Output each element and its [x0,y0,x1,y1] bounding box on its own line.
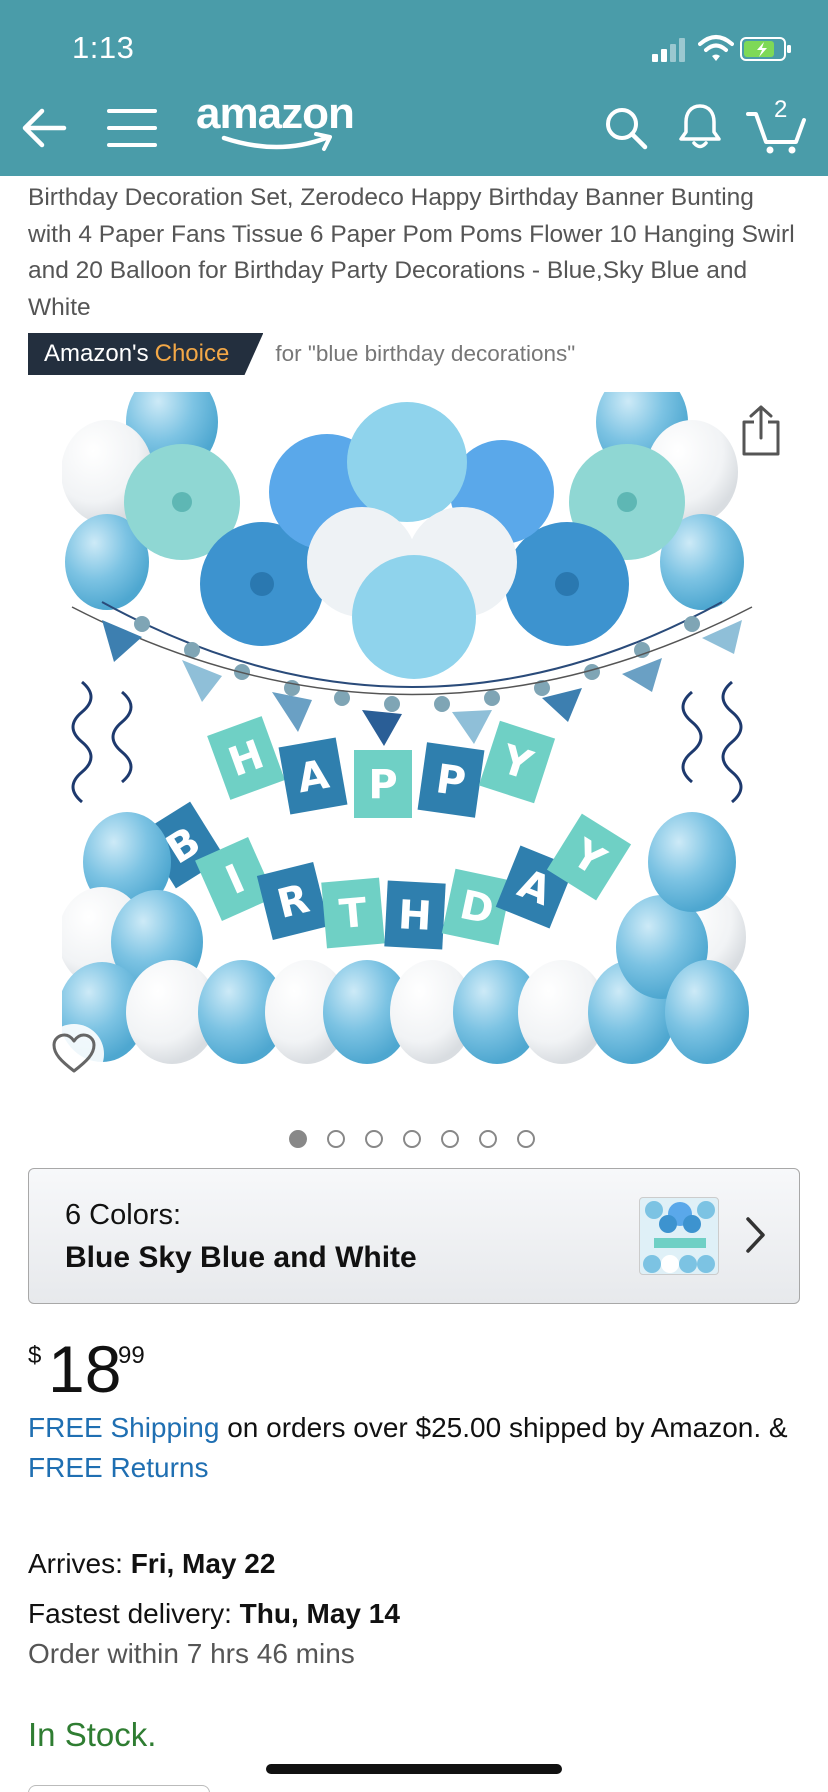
amazon-logo[interactable]: amazon [196,92,372,158]
image-carousel-dots[interactable] [289,1130,535,1148]
carousel-dot[interactable] [403,1130,421,1148]
arrives-label: Arrives: [28,1548,131,1579]
svg-text:P: P [368,762,397,808]
search-button[interactable] [598,100,654,156]
price-currency: $ [28,1342,42,1369]
free-returns-link[interactable]: FREE Returns [28,1452,209,1483]
notifications-button[interactable] [672,96,728,156]
product-title: Birthday Decoration Set, Zerodeco Happy … [28,184,795,321]
stock-status: In Stock. [28,1716,157,1753]
wifi-icon [698,35,734,61]
cellular-signal-icon [652,38,685,62]
top-navigation-bar: 1:13 amazon 2 [0,0,828,176]
amazon-logo-text: amazon [196,89,355,138]
carousel-dot[interactable] [365,1130,383,1148]
shipping-info: FREE Shipping on orders over $25.00 ship… [28,1408,808,1488]
svg-text:T: T [337,890,369,938]
add-to-wishlist-button[interactable] [44,1024,104,1084]
amazons-choice-row[interactable]: Amazon's Choice for "blue birthday decor… [28,333,575,375]
carousel-dot[interactable] [289,1130,307,1148]
color-variation-selector[interactable]: 6 Colors: Blue Sky Blue and White [28,1168,800,1304]
cart-count-badge: 2 [774,96,788,123]
product-image[interactable]: H A P P Y B I R T H D A Y [58,370,766,1098]
chevron-right-icon [746,1217,765,1253]
quantity-selector[interactable] [28,1785,210,1792]
fastest-delivery-row: Fastest delivery: Thu, May 14 [28,1598,400,1630]
back-button[interactable] [16,100,72,156]
home-indicator[interactable] [266,1764,562,1774]
search-icon [606,108,648,150]
free-shipping-link[interactable]: FREE Shipping [28,1412,219,1443]
choice-context-text: for "blue birthday decorations" [275,341,576,366]
svg-text:H: H [397,892,433,940]
menu-button[interactable] [104,100,160,156]
variation-label: 6 Colors: [65,1199,182,1231]
amazons-choice-badge[interactable]: Amazon's Choice [28,333,264,375]
price-fraction: 99 [118,1342,145,1369]
choice-badge-highlight: Choice [154,340,230,367]
fastest-delivery-label: Fastest delivery: [28,1598,240,1629]
heart-icon [52,1033,96,1073]
fastest-delivery-date: Thu, May 14 [239,1598,400,1629]
choice-badge-prefix: Amazon's [44,340,149,367]
bell-icon [679,104,721,149]
carousel-dot[interactable] [517,1130,535,1148]
product-image-illustration: H A P P Y B I R T H D A Y [58,370,753,1064]
shipping-details-text: on orders over $25.00 shipped by Amazon.… [219,1412,788,1443]
carousel-dot[interactable] [327,1130,345,1148]
cart-button[interactable]: 2 [746,94,812,156]
price-whole: 18 [48,1332,122,1406]
share-icon[interactable] [740,404,782,458]
status-time: 1:13 [72,30,135,65]
hamburger-menu-icon [107,109,157,147]
variation-value: Blue Sky Blue and White [65,1241,417,1274]
carousel-dot[interactable] [479,1130,497,1148]
variation-thumbnail [639,1197,719,1275]
order-within-text: Order within 7 hrs 46 mins [28,1638,355,1669]
amazon-smile-icon [221,132,332,151]
battery-icon [740,37,791,61]
arrival-date-row: Arrives: Fri, May 22 [28,1548,275,1580]
arrives-date: Fri, May 22 [130,1548,276,1579]
carousel-dot[interactable] [441,1130,459,1148]
back-arrow-icon [22,108,67,148]
